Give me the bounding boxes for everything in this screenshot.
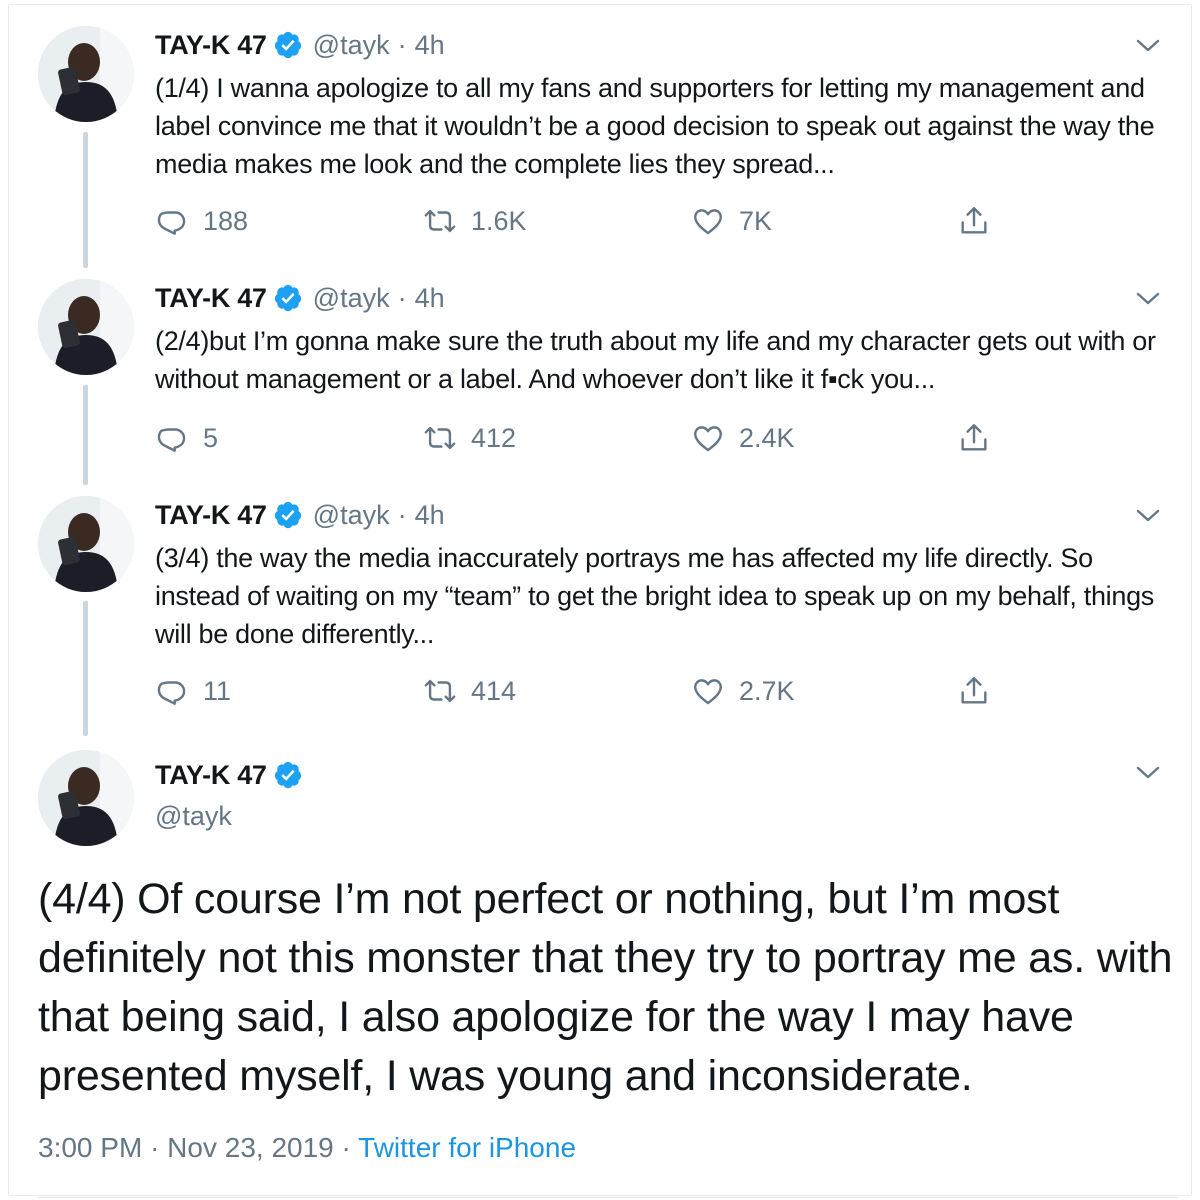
- user-handle[interactable]: @tayk: [155, 801, 232, 832]
- chevron-down-icon[interactable]: [1134, 762, 1162, 782]
- chevron-down-icon[interactable]: [1134, 288, 1162, 308]
- reply-count: 188: [203, 205, 249, 236]
- tweet-source-link[interactable]: Twitter for iPhone: [358, 1132, 576, 1163]
- tweet-header: TAY-K 47 @tayk · 4h: [155, 280, 445, 316]
- reply-button[interactable]: 5: [155, 418, 218, 458]
- main-tweet-header: TAY-K 47: [155, 757, 303, 793]
- thread-line: [83, 385, 88, 485]
- display-name[interactable]: TAY-K 47: [155, 500, 267, 531]
- like-button[interactable]: 7K: [691, 201, 772, 241]
- like-count: 2.7K: [739, 675, 795, 706]
- separator-dot: ·: [150, 1132, 160, 1163]
- heart-icon: [694, 679, 722, 705]
- separator-dot: ·: [397, 29, 407, 60]
- tweet-actions: 11 414 2.7K: [155, 671, 1015, 711]
- avatar[interactable]: [38, 279, 134, 375]
- reply-button[interactable]: 11: [155, 671, 231, 711]
- separator-dot: ·: [341, 1132, 351, 1163]
- share-icon: [961, 207, 987, 234]
- like-button[interactable]: 2.7K: [691, 671, 795, 711]
- display-name[interactable]: TAY-K 47: [155, 283, 267, 314]
- tweet-date[interactable]: Nov 23, 2019: [167, 1132, 334, 1163]
- share-button[interactable]: [957, 671, 991, 711]
- user-handle[interactable]: @tayk: [313, 30, 390, 61]
- share-button[interactable]: [957, 418, 991, 458]
- reply-button[interactable]: 188: [155, 201, 248, 241]
- heart-icon: [694, 209, 722, 235]
- verified-badge-icon: [274, 284, 301, 312]
- share-button[interactable]: [957, 201, 991, 241]
- tweet-header: TAY-K 47 @tayk · 4h: [155, 27, 445, 63]
- verified-badge-icon: [274, 761, 301, 789]
- retweet-icon: [424, 209, 456, 233]
- chevron-down-icon[interactable]: [1134, 35, 1162, 55]
- divider: [38, 1197, 1178, 1198]
- main-tweet-text: (4/4) Of course I’m not perfect or nothi…: [38, 875, 1173, 1100]
- reply-icon: [157, 428, 186, 452]
- main-tweet-handle-row: @tayk: [155, 798, 232, 834]
- reply-count: 11: [203, 675, 232, 706]
- avatar[interactable]: [38, 496, 134, 592]
- tweet-time[interactable]: 4h: [415, 500, 445, 531]
- separator-dot: ·: [397, 499, 407, 530]
- tweet-header: TAY-K 47 @tayk · 4h: [155, 497, 445, 533]
- retweet-count: 1.6K: [471, 205, 527, 236]
- reply-icon: [157, 211, 186, 235]
- reply-count: 5: [203, 422, 219, 453]
- tweet-text: (1/4) I wanna apologize to all my fans a…: [155, 73, 1155, 179]
- heart-icon: [694, 426, 722, 452]
- retweet-icon: [424, 679, 456, 703]
- retweet-button[interactable]: 412: [423, 418, 516, 458]
- separator-dot: ·: [397, 282, 407, 313]
- share-icon: [961, 677, 987, 704]
- retweet-icon: [424, 426, 456, 450]
- chevron-down-icon[interactable]: [1134, 505, 1162, 525]
- avatar[interactable]: [38, 750, 134, 846]
- user-handle[interactable]: @tayk: [313, 283, 390, 314]
- retweet-button[interactable]: 1.6K: [423, 201, 527, 241]
- like-button[interactable]: 2.4K: [691, 418, 795, 458]
- tweet-timestamp[interactable]: 3:00 PM: [38, 1132, 142, 1163]
- tweet-text: (3/4) the way the media inaccurately por…: [155, 543, 1154, 649]
- tweet-actions: 188 1.6K 7K: [155, 201, 1015, 241]
- display-name[interactable]: TAY-K 47: [155, 30, 267, 61]
- like-count: 2.4K: [739, 422, 795, 453]
- tweet-text: (2/4)but I’m gonna make sure the truth a…: [155, 326, 1156, 394]
- reply-icon: [157, 681, 186, 705]
- like-count: 7K: [739, 205, 773, 236]
- tweet-metadata: 3:00 PM · Nov 23, 2019 · Twitter for iPh…: [38, 1132, 576, 1164]
- thread-line: [83, 601, 88, 736]
- retweet-button[interactable]: 414: [423, 671, 516, 711]
- verified-badge-icon: [274, 31, 301, 59]
- tweet-time[interactable]: 4h: [415, 283, 445, 314]
- tweet-actions: 5 412 2.4K: [155, 418, 1015, 458]
- verified-badge-icon: [274, 501, 301, 529]
- retweet-count: 412: [471, 422, 517, 453]
- retweet-count: 414: [471, 675, 517, 706]
- display-name[interactable]: TAY-K 47: [155, 760, 267, 791]
- thread-line: [83, 132, 88, 268]
- user-handle[interactable]: @tayk: [313, 500, 390, 531]
- avatar[interactable]: [38, 26, 134, 122]
- share-icon: [961, 424, 987, 451]
- tweet-time[interactable]: 4h: [415, 30, 445, 61]
